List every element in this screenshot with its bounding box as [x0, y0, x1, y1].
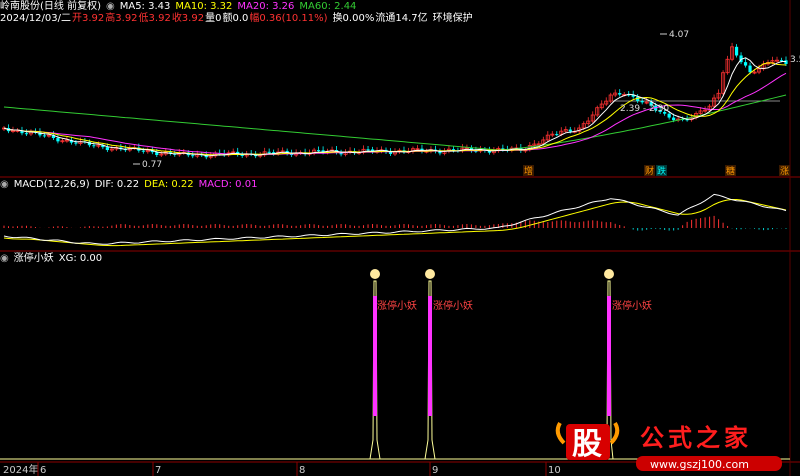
macd-label: MACD: 0.01 [198, 179, 258, 190]
candle-body [748, 65, 752, 73]
signal-label: 涨停小妖 [612, 299, 652, 312]
xg-value-label: XG: 0.00 [58, 253, 103, 264]
candle-body [667, 113, 671, 118]
info-date: 2024/12/03/二 [0, 13, 72, 24]
month-label: 9 [432, 465, 438, 476]
header-info-row: 2024/12/03/二开3.92高3.92低3.92收3.92量0额0.0幅0… [0, 12, 478, 25]
macd-panel[interactable] [3, 193, 787, 247]
candle-body [316, 150, 321, 152]
candle-body [42, 135, 47, 137]
stock-title[interactable]: 岭南股份(日线 前复权) [0, 1, 101, 12]
horn-left [555, 421, 566, 445]
logo-text: 股 [572, 427, 602, 462]
ma20-label: MA20: 3.26 [237, 1, 295, 12]
info-volume: 量0 [205, 13, 222, 24]
event-tags[interactable]: 增 财 跌 糖 涨 [523, 165, 790, 177]
dif-line [3, 193, 787, 245]
event-tag[interactable]: 跌 [657, 166, 666, 177]
high-label: 4.07 [669, 30, 689, 40]
dif-label: DIF: 0.22 [94, 179, 140, 190]
candle-body [366, 149, 370, 151]
info-low: 低3.92 [138, 13, 171, 24]
candle-body [640, 101, 644, 103]
macd-toggle-icon[interactable]: ◉ [0, 179, 9, 190]
macd-title[interactable]: MACD(12,26,9) [14, 179, 90, 190]
ma5-label: MA5: 3.43 [119, 1, 171, 12]
month-label: 7 [155, 465, 161, 476]
candle-body [141, 150, 145, 152]
candle-body [734, 46, 739, 56]
candle-body [743, 62, 748, 66]
info-high: 高3.92 [105, 13, 138, 24]
edge-price-label: 3.5 [790, 55, 800, 65]
info-turnover: 换0.00% [332, 13, 375, 24]
xg-title[interactable]: 涨停小妖 [14, 253, 54, 264]
watermark: 股 公式之家 www.gszj100.com [555, 421, 782, 471]
info-sector: 环境保护 [432, 13, 473, 24]
candle-body [105, 147, 109, 151]
candle-body [24, 133, 29, 135]
info-change: 幅0.36(10.11%) [249, 13, 328, 24]
candle-body [672, 117, 676, 121]
dea-label: DEA: 0.22 [144, 179, 194, 190]
low-label: 0.77 [142, 160, 162, 170]
info-open: 开3.92 [72, 13, 105, 24]
signal-label: 涨停小妖 [433, 299, 473, 312]
candle-body [267, 151, 271, 153]
info-float: 流通14.7亿 [375, 13, 428, 24]
macd-header: ◉ MACD(12,26,9) DIF: 0.22 DEA: 0.22 MACD: 0.… [0, 178, 262, 191]
candle-body [784, 60, 788, 64]
ma10-label: MA10: 3.32 [175, 1, 233, 12]
event-tag[interactable]: 财 [645, 165, 654, 177]
candle-body [56, 138, 60, 142]
brand-text: 公式之家 [640, 424, 752, 452]
signal-spike-1[interactable]: 涨停小妖 [369, 269, 417, 460]
signal-spike-2[interactable]: 涨停小妖 [424, 269, 473, 460]
candle-body [388, 152, 393, 154]
money-bag-icon [604, 269, 614, 279]
month-label: 8 [299, 465, 305, 476]
info-amount: 额0.0 [222, 13, 249, 24]
candle-body [74, 142, 78, 144]
dea-line [3, 199, 787, 247]
month-label: 6 [40, 465, 46, 476]
range-label: 2.39 - 2.30 [620, 104, 669, 114]
chart-stage[interactable]: 4.07 0.77 2.39 - 2.30 3.5 增 财 跌 糖 涨 [0, 0, 800, 476]
event-tag[interactable]: 糖 [726, 165, 735, 177]
ma-toggle-icon[interactable]: ◉ [106, 1, 115, 12]
month-label: 10 [548, 465, 561, 476]
money-bag-icon [370, 269, 380, 279]
x-axis: 2024年 6 7 8 9 10 [3, 462, 561, 476]
candle-body [92, 145, 96, 147]
ma60-label: MA60: 2.44 [299, 1, 357, 12]
panel-borders [0, 0, 800, 476]
event-tag[interactable]: 增 [524, 165, 533, 177]
candle-body [618, 93, 622, 95]
candle-body [568, 129, 572, 132]
macd-histogram [3, 215, 787, 231]
info-close: 收3.92 [171, 13, 205, 24]
price-panel[interactable]: 4.07 0.77 2.39 - 2.30 3.5 增 财 跌 糖 涨 [2, 30, 800, 177]
event-tag[interactable]: 涨 [780, 166, 789, 177]
xg-toggle-icon[interactable]: ◉ [0, 253, 9, 264]
candle-body [555, 134, 559, 136]
xg-header: ◉ 涨停小妖 XG: 0.00 [0, 252, 107, 265]
horn-right [609, 421, 620, 445]
candle-body [191, 155, 195, 157]
year-label: 2024年 [3, 463, 38, 476]
signal-label: 涨停小妖 [377, 299, 417, 312]
money-bag-icon [425, 269, 435, 279]
url-text: www.gszj100.com [650, 458, 749, 471]
